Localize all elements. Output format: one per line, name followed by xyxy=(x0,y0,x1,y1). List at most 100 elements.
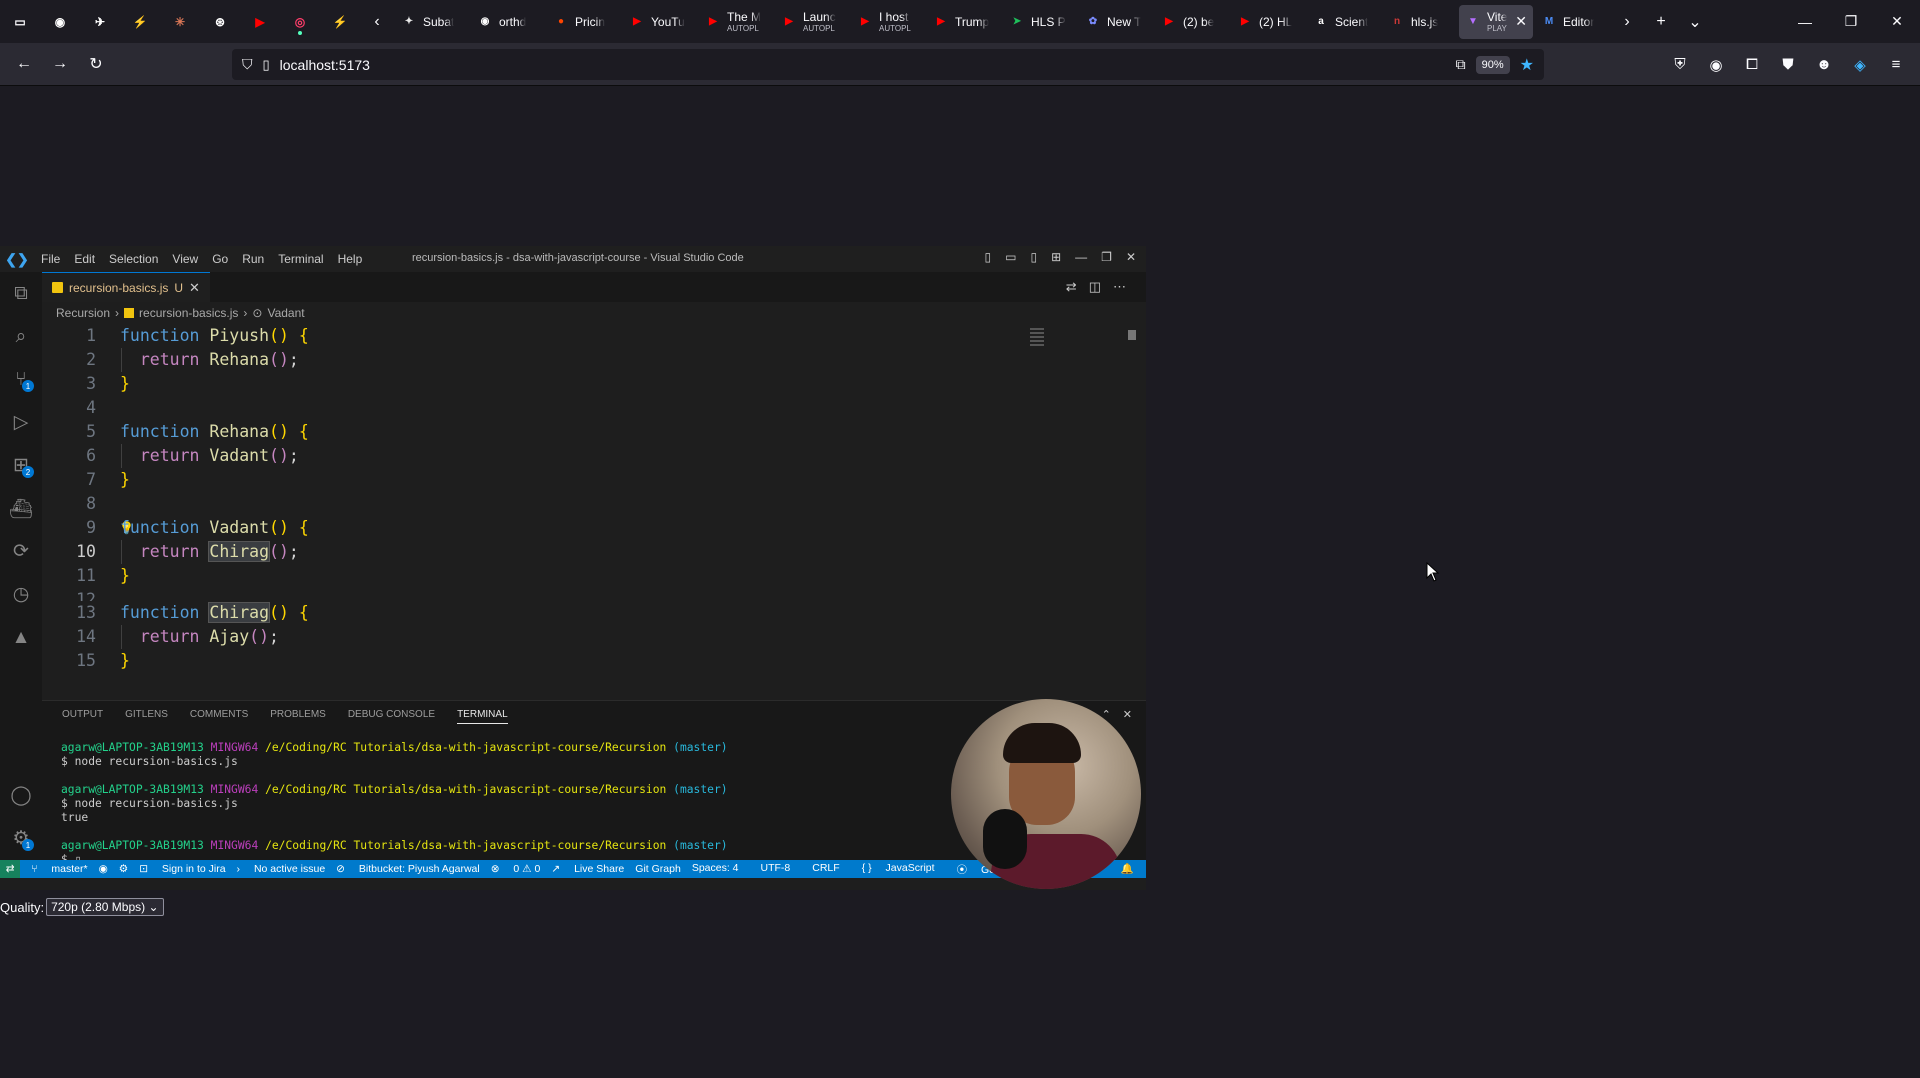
status-encoding: UTF-8 xyxy=(760,861,791,874)
youtube-icon: ▶ xyxy=(633,16,641,27)
browser-tab[interactable]: ▶ (2) be xyxy=(1155,5,1229,39)
page-info-icon[interactable]: ▯ xyxy=(263,57,270,73)
youtube-icon[interactable]: ▶ xyxy=(240,0,280,43)
vscode-menu-bar: File Edit Selection View Go Run Terminal Help xyxy=(34,252,369,266)
claude-icon[interactable]: ✳ xyxy=(160,0,200,43)
youtube-icon: ▶ xyxy=(861,16,869,27)
ublock-icon[interactable]: ⛊ xyxy=(1772,49,1804,80)
bolt-icon[interactable]: ⚡ xyxy=(320,0,360,43)
close-tab-icon[interactable]: ✕ xyxy=(1515,13,1527,30)
browser-tab[interactable]: M Editor xyxy=(1535,5,1609,39)
javascript-file-icon xyxy=(52,282,63,293)
lightning-icon[interactable]: ⚡ xyxy=(120,0,160,43)
gitlens-icon: ◷ xyxy=(12,584,30,605)
settings-badge: 1 xyxy=(22,839,34,851)
account-icon[interactable]: ◉ xyxy=(1700,49,1732,80)
incognito-extension-icon[interactable]: ☻ xyxy=(1808,49,1840,80)
browser-tab[interactable]: a Scient xyxy=(1307,5,1381,39)
code-line: 8 xyxy=(86,494,96,513)
vscode-menu-item: Run xyxy=(242,252,265,266)
terminal-command: $ node recursion-basics.js xyxy=(61,755,238,768)
code-line: 15} xyxy=(76,651,130,670)
browser-tab[interactable]: ▶ Trump xyxy=(927,5,1001,39)
url-bar[interactable]: ⛉ ▯ localhost:5173 ⧉ 90% ★ xyxy=(232,49,1544,80)
browser-tab[interactable]: ✦ Subat xyxy=(395,5,469,39)
brand-icon: ✦ xyxy=(404,16,414,27)
list-all-tabs-button[interactable]: ⌄ xyxy=(1678,5,1712,39)
recorder-icon[interactable]: ◎ xyxy=(280,0,320,43)
scroll-tabs-right-button[interactable]: › xyxy=(1610,5,1644,39)
browser-tab[interactable]: ▶ The M AUTOPL xyxy=(699,5,773,39)
tab-label: YouTu xyxy=(651,14,685,29)
vscode-menu-item: View xyxy=(172,252,199,266)
github-icon: ◉ xyxy=(480,16,490,27)
extensions-icon[interactable]: ⧠ xyxy=(1736,49,1768,80)
customize-layout-icon: ⊞ xyxy=(1051,250,1062,264)
editor-scrollbar xyxy=(1128,330,1136,340)
status-problems: ⊗ 0 ⚠ 0 xyxy=(490,863,541,875)
toggle-secondary-sidebar-icon: ▯ xyxy=(1030,250,1038,264)
tab-sublabel: AUTOPL xyxy=(727,24,759,33)
browser-tab[interactable]: ● Pricin xyxy=(547,5,621,39)
browser-tab[interactable]: ▶ (2) HL xyxy=(1231,5,1305,39)
status-eol: CRLF xyxy=(812,861,840,874)
back-icon[interactable]: ← xyxy=(6,48,42,80)
code-editor-lower: 13 function Chirag() { 14 return Ajay(); … xyxy=(42,601,1146,700)
bookmark-star-icon[interactable]: ★ xyxy=(1520,55,1534,75)
reload-icon[interactable]: ↻ xyxy=(78,48,114,80)
tab-label: Vite xyxy=(1487,10,1508,24)
forward-icon[interactable]: → xyxy=(42,48,78,80)
code-line: 13 function Chirag() { xyxy=(76,602,309,623)
toggle-sidebar-icon: ▯ xyxy=(984,250,992,264)
postman-icon[interactable]: ✈ xyxy=(80,0,120,43)
youtube-icon: ▶ xyxy=(709,16,717,27)
pocket-icon[interactable]: ⛨ xyxy=(1664,49,1696,80)
panel-tab: GITLENS xyxy=(125,709,168,720)
minimize-icon[interactable]: — xyxy=(1782,0,1828,43)
menu-icon[interactable]: ≡ xyxy=(1880,49,1912,80)
video-player[interactable]: ❮❯ File Edit Selection View Go Run Terminal Hel… xyxy=(0,246,1146,890)
breadcrumb-separator: › xyxy=(243,306,248,320)
split-editor-icon: ◫ xyxy=(1088,279,1101,294)
browser-tab[interactable]: ▼ Vite PLAY ✕ xyxy=(1459,4,1533,39)
close-icon[interactable]: ✕ xyxy=(1874,0,1920,43)
scroll-tabs-left-button[interactable]: ‹ xyxy=(360,5,394,39)
zoom-level-button[interactable]: 90% xyxy=(1475,55,1510,74)
mouse-cursor-icon xyxy=(1426,562,1440,582)
browser-tab[interactable]: ➤ HLS P xyxy=(1003,5,1077,39)
tab-label: (2) HL xyxy=(1259,14,1293,29)
vscode-menu-item: Selection xyxy=(109,252,159,266)
panel-tab: COMMENTS xyxy=(189,709,249,720)
picture-in-picture-icon[interactable]: ⧉ xyxy=(1456,56,1466,73)
vscode-restore-icon: ❐ xyxy=(1101,250,1112,264)
chatgpt-icon[interactable]: ⊛ xyxy=(200,0,240,43)
browser-tab[interactable]: n hls.js xyxy=(1383,5,1457,39)
tab-list-icon[interactable]: ▭ xyxy=(0,0,40,43)
shield-icon[interactable]: ⛉ xyxy=(242,56,253,73)
tab-label: Editor xyxy=(1563,14,1595,29)
more-actions-icon: ⋯ xyxy=(1113,279,1126,294)
explorer-icon: ⧉ xyxy=(14,282,28,304)
status-notifications-icon: 🔔 xyxy=(1120,862,1134,875)
github-icon[interactable]: ◉ xyxy=(40,0,80,43)
status-gitlens-icon: ⚙ xyxy=(118,863,129,875)
status-liveshare: ↗ Live Share xyxy=(551,863,625,875)
restore-icon[interactable]: ❐ xyxy=(1828,0,1874,43)
new-tab-button[interactable]: + xyxy=(1644,5,1678,39)
compass-extension-icon[interactable]: ◈ xyxy=(1844,49,1876,80)
tab-sublabel: AUTOPL xyxy=(803,24,835,33)
code-line: 4 xyxy=(86,398,96,417)
browser-tab[interactable]: ✿ New T xyxy=(1079,5,1153,39)
browser-tab[interactable]: ▶ Launc AUTOPL xyxy=(775,5,849,39)
terminal-prompt-line: agarw@LAPTOP-3AB19M13 MINGW64 /e/Coding/… xyxy=(61,839,728,852)
tab-label: HLS P xyxy=(1031,14,1066,29)
url-text[interactable]: localhost:5173 xyxy=(280,57,370,73)
quality-select[interactable]: 720p (2.80 Mbps) ⌄ xyxy=(46,898,164,916)
tab-label: Trump xyxy=(955,14,990,29)
browser-tab[interactable]: ▶ I host AUTOPL xyxy=(851,5,925,39)
terminal-prompt-line: agarw@LAPTOP-3AB19M13 MINGW64 /e/Coding/… xyxy=(61,783,728,796)
browser-tab[interactable]: ◉ orthd xyxy=(471,5,545,39)
code-line: 12 xyxy=(76,590,96,601)
tab-label: orthd xyxy=(499,14,527,29)
browser-tab[interactable]: ▶ YouTu xyxy=(623,5,697,39)
